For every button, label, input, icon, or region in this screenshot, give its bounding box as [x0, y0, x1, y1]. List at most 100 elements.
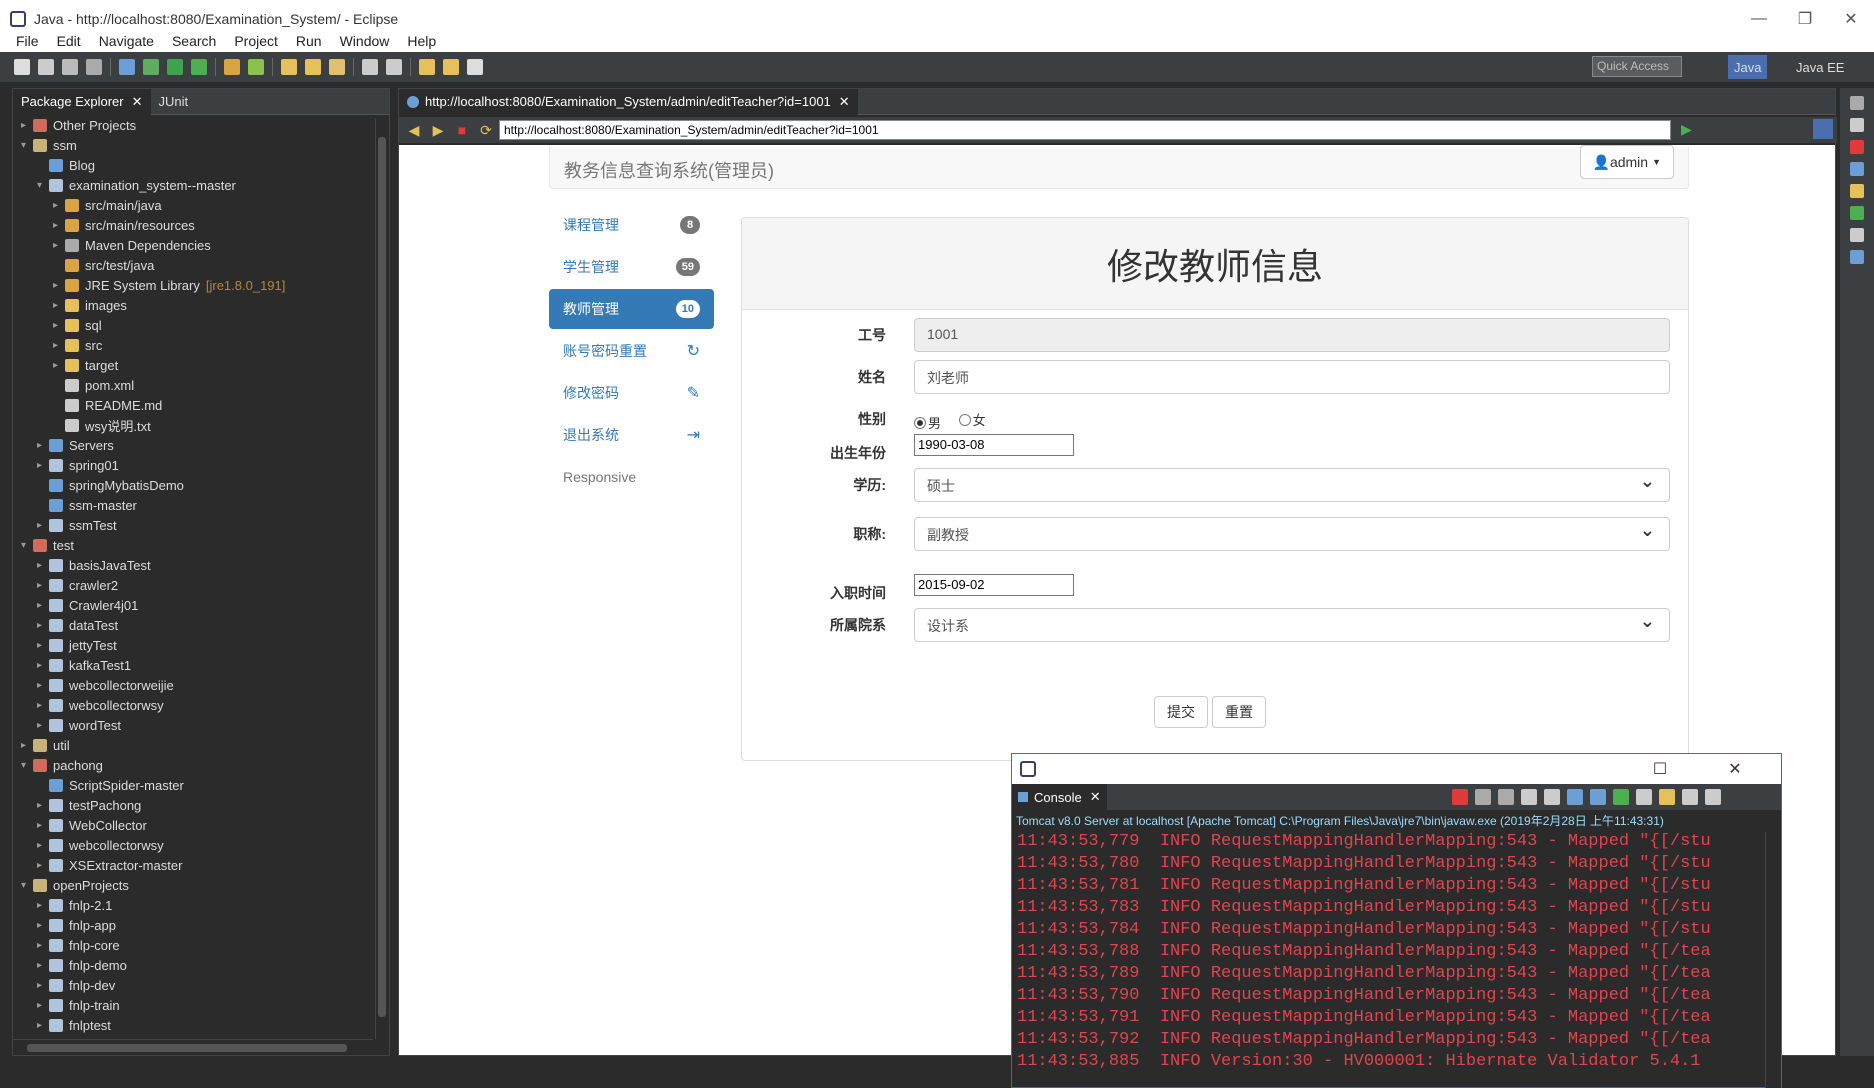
tab-console[interactable]: Console ✕ — [1012, 784, 1107, 810]
collapsed-arrow-icon[interactable]: ▸ — [37, 520, 49, 531]
collapsed-arrow-icon[interactable]: ▸ — [53, 340, 65, 351]
collapsed-arrow-icon[interactable]: ▸ — [53, 220, 65, 231]
forward-arrow-icon[interactable]: ▶ — [429, 121, 447, 139]
tree-item[interactable]: ▸ Other Projects — [13, 115, 373, 135]
tree-item[interactable]: ▸ ssmTest — [13, 515, 373, 535]
nav-item[interactable]: 退出系统 ⇥ — [549, 415, 714, 455]
scrollbar-thumb[interactable] — [378, 137, 386, 1017]
tree-item[interactable]: ▾ test — [13, 535, 373, 555]
collapsed-arrow-icon[interactable]: ▸ — [37, 860, 49, 871]
forward-icon[interactable] — [467, 59, 483, 75]
go-icon[interactable]: ▶ — [1681, 121, 1692, 138]
tree-item[interactable]: ▸ XSExtractor-master — [13, 855, 373, 875]
nav-item[interactable]: 课程管理 8 — [549, 205, 714, 245]
save-all-icon[interactable] — [62, 59, 78, 75]
tab-junit[interactable]: JUnit — [151, 89, 197, 115]
print-icon[interactable] — [86, 59, 102, 75]
collapsed-arrow-icon[interactable]: ▸ — [37, 920, 49, 931]
tree-item[interactable]: Blog — [13, 155, 373, 175]
tree-item[interactable]: ▸ src — [13, 335, 373, 355]
menu-help[interactable]: Help — [398, 33, 445, 49]
collapsed-arrow-icon[interactable]: ▸ — [37, 960, 49, 971]
nav-item[interactable]: 修改密码 ✎ — [549, 373, 714, 413]
tree-item[interactable]: ▸ jettyTest — [13, 635, 373, 655]
tree-item[interactable]: pom.xml — [13, 375, 373, 395]
reset-button[interactable]: 重置 — [1212, 696, 1266, 728]
collapsed-arrow-icon[interactable]: ▸ — [37, 900, 49, 911]
dept-select[interactable]: 设计系 — [914, 608, 1670, 642]
tree-item[interactable]: ▾ ssm — [13, 135, 373, 155]
collapsed-arrow-icon[interactable]: ▸ — [53, 360, 65, 371]
search-icon[interactable] — [329, 59, 345, 75]
display-console-icon[interactable] — [1636, 789, 1652, 805]
collapsed-arrow-icon[interactable]: ▸ — [21, 740, 33, 751]
collapsed-arrow-icon[interactable]: ▸ — [37, 660, 49, 671]
expanded-arrow-icon[interactable]: ▾ — [21, 880, 33, 891]
tree-item[interactable]: ▸ spring01 — [13, 455, 373, 475]
tree-item[interactable]: ▸ wordTest — [13, 715, 373, 735]
collapsed-arrow-icon[interactable]: ▸ — [53, 280, 65, 291]
last-edit-icon[interactable] — [419, 59, 435, 75]
collapsed-arrow-icon[interactable]: ▸ — [37, 680, 49, 691]
console-close-button[interactable]: ✕ — [1712, 754, 1758, 784]
close-icon[interactable]: ✕ — [1090, 789, 1101, 805]
skip-breakpoints-icon[interactable] — [119, 59, 135, 75]
expanded-arrow-icon[interactable]: ▾ — [21, 760, 33, 771]
collapsed-arrow-icon[interactable]: ▸ — [37, 620, 49, 631]
tree-item[interactable]: wsy说明.txt — [13, 415, 373, 435]
url-input[interactable]: http://localhost:8080/Examination_System… — [499, 120, 1671, 140]
user-dropdown-button[interactable]: 👤 admin ▼ — [1579, 145, 1674, 179]
tree-item[interactable]: ▸ src/main/java — [13, 195, 373, 215]
collapsed-arrow-icon[interactable]: ▸ — [37, 460, 49, 471]
expanded-arrow-icon[interactable]: ▾ — [37, 180, 49, 191]
tree-item[interactable]: ▸ fnlptest — [13, 1015, 373, 1035]
close-icon[interactable]: ✕ — [132, 94, 143, 110]
browser-menu-icon[interactable] — [1813, 119, 1833, 139]
collapsed-arrow-icon[interactable]: ▸ — [37, 640, 49, 651]
tree-item[interactable]: ▸ dataTest — [13, 615, 373, 635]
explorer-vertical-scrollbar[interactable] — [375, 119, 387, 1039]
console-maximize-button[interactable]: ☐ — [1637, 754, 1683, 784]
word-wrap-icon[interactable] — [1567, 789, 1583, 805]
tree-item[interactable]: ScriptSpider-master — [13, 775, 373, 795]
pin-console-icon[interactable] — [1613, 789, 1629, 805]
menu-search[interactable]: Search — [163, 33, 225, 49]
collapsed-arrow-icon[interactable]: ▸ — [37, 940, 49, 951]
tree-item[interactable]: ▸ Crawler4j01 — [13, 595, 373, 615]
servers-icon[interactable] — [1850, 206, 1864, 220]
problems-icon[interactable] — [1850, 140, 1864, 154]
tree-item[interactable]: ▸ WebCollector — [13, 815, 373, 835]
collapsed-arrow-icon[interactable]: ▸ — [37, 720, 49, 731]
id-field[interactable]: 1001 — [914, 318, 1670, 352]
javadoc-icon[interactable] — [1850, 162, 1864, 176]
collapsed-arrow-icon[interactable]: ▸ — [21, 120, 33, 131]
task-list-icon[interactable] — [1850, 118, 1864, 132]
tree-item[interactable]: ▸ fnlp-train — [13, 995, 373, 1015]
open-console-icon[interactable] — [1659, 789, 1675, 805]
annotation-next-icon[interactable] — [362, 59, 378, 75]
collapsed-arrow-icon[interactable]: ▸ — [53, 300, 65, 311]
menu-window[interactable]: Window — [331, 33, 399, 49]
submit-button[interactable]: 提交 — [1154, 696, 1208, 728]
console-scrollbar[interactable] — [1765, 832, 1781, 1088]
collapsed-arrow-icon[interactable]: ▸ — [37, 980, 49, 991]
expanded-arrow-icon[interactable]: ▾ — [21, 540, 33, 551]
perspective-java[interactable]: Java — [1728, 55, 1768, 79]
collapsed-arrow-icon[interactable]: ▸ — [53, 240, 65, 251]
tree-item[interactable]: ▸ util — [13, 735, 373, 755]
tab-browser[interactable]: http://localhost:8080/Examination_System… — [399, 88, 858, 115]
maximize-icon[interactable] — [1705, 789, 1721, 805]
menu-navigate[interactable]: Navigate — [90, 33, 163, 49]
tree-item[interactable]: ▸ target — [13, 355, 373, 375]
gender-female-radio[interactable]: 女 — [958, 410, 986, 429]
open-task-icon[interactable] — [305, 59, 321, 75]
collapsed-arrow-icon[interactable]: ▸ — [37, 820, 49, 831]
open-type-icon[interactable] — [281, 59, 297, 75]
declaration-icon[interactable] — [1850, 184, 1864, 198]
tab-package-explorer[interactable]: Package Explorer ✕ — [13, 88, 151, 115]
menu-file[interactable]: File — [0, 33, 48, 49]
collapsed-arrow-icon[interactable]: ▸ — [53, 200, 65, 211]
back-icon[interactable] — [443, 59, 459, 75]
collapsed-arrow-icon[interactable]: ▸ — [37, 580, 49, 591]
scroll-lock-icon[interactable] — [1544, 789, 1560, 805]
